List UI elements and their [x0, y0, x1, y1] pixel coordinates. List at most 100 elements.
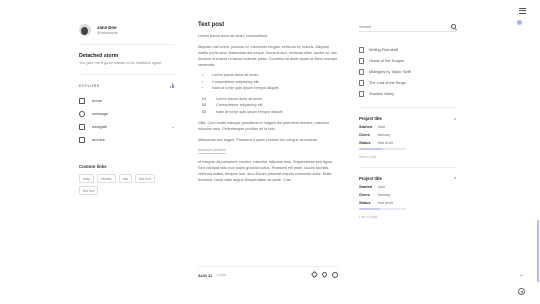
divider [198, 266, 338, 267]
bio-title: Detached storm [79, 53, 119, 59]
list-item-label: Midnights by Taylor Swift [369, 69, 411, 74]
project-card-header: Project title [359, 176, 456, 181]
list-item: 03 Nam at tortor quis ipsum tempor alique… [198, 109, 338, 115]
row-value: fantasy [378, 133, 391, 137]
list-item[interactable]: Midnights by Taylor Swift [359, 66, 456, 77]
chevron-up-icon[interactable]: ︿ [518, 271, 525, 278]
post-date[interactable]: AUG 11 [198, 273, 212, 278]
row-value: date [378, 184, 386, 189]
list-item[interactable]: Writing First draft [359, 44, 456, 55]
custom-links: #wip #family ask link four link five [79, 174, 171, 196]
profile-handle: @username [97, 31, 118, 35]
scrollbar[interactable] [537, 220, 539, 282]
project-row: Status first draft [359, 201, 456, 205]
list-item-label: House of the Dragon [369, 58, 405, 63]
row-value: date [378, 125, 386, 129]
message-icon [79, 110, 85, 117]
divider [359, 107, 456, 108]
search-input[interactable] [359, 24, 429, 29]
dot-icon [454, 117, 456, 120]
row-key: Started [359, 125, 373, 129]
project-card: Project title Started date Genre fantasy S… [359, 116, 456, 159]
repost-icon[interactable] [332, 272, 338, 278]
project-title: Project title [359, 175, 382, 181]
book-icon [359, 90, 364, 97]
tag-icon[interactable] [310, 270, 319, 279]
chevron-down-icon[interactable]: ⌄ [171, 124, 175, 130]
explore-nav: home message navigate ⌄ archive [79, 94, 175, 146]
project-row: Genre fantasy [359, 133, 456, 137]
post: Text post Lorem ipsum dolor sit amet, co… [198, 22, 338, 183]
nav-item-archive[interactable]: archive [79, 133, 175, 146]
project-row: Status first draft [359, 141, 456, 145]
progress-fill [359, 148, 383, 150]
heart-icon[interactable] [320, 270, 329, 279]
bullet-list: › Lorem ipsum dolor sit amet. › Consectetu… [198, 72, 338, 91]
project-card-header: Project title [359, 116, 456, 121]
list-item[interactable]: Stardew Valley [359, 88, 456, 99]
search-bar [359, 22, 456, 32]
list-item-label: The Lord of the Rings [369, 80, 406, 85]
settings-icon[interactable] [518, 288, 525, 295]
post-link[interactable]: Link to post [359, 215, 456, 219]
book-icon [359, 79, 364, 86]
project-row: Started date [359, 125, 456, 129]
row-value: fantasy [378, 192, 391, 197]
post-notes[interactable]: 1 note [216, 273, 226, 277]
post-quote: tincidunt pretium [198, 148, 226, 155]
nav-item-label: home [92, 98, 103, 104]
link-tag[interactable]: #wip [79, 174, 94, 184]
link-tag[interactable]: ask [118, 174, 133, 184]
menu-icon[interactable] [519, 8, 526, 15]
link-tag[interactable]: link five [79, 186, 99, 196]
nav-item-label: navigate [92, 124, 108, 130]
bio-text: You give me a good reason to be heartsic… [79, 61, 163, 65]
post-paragraph: Maecenas nec augue. Praesent a quam pret… [198, 138, 319, 143]
row-value: first draft [378, 200, 393, 205]
divider [359, 166, 456, 168]
divider [79, 44, 175, 45]
profile-name: Jane Doe [97, 25, 117, 30]
bullet-icon: › [202, 86, 204, 91]
link-tag[interactable]: #family [96, 174, 116, 184]
folder-icon [79, 123, 85, 130]
numbered-list: 01 Lorem ipsum dolor sit amet. 02 Consecte… [198, 96, 338, 115]
post-paragraph: Aliquam nisi lorem, pulvinar id, commodo… [198, 45, 338, 68]
post-paragraph: Lorem ipsum dolor sit amet, consectetuer [198, 34, 268, 38]
progress-bar [359, 148, 406, 150]
row-value: first draft [378, 141, 393, 145]
list-item[interactable]: House of the Dragon [359, 55, 456, 66]
row-key: Status [359, 141, 371, 145]
dot-icon [454, 177, 456, 180]
post-link[interactable]: link to post [359, 155, 456, 159]
post-footer: AUG 11 1 note [198, 270, 338, 279]
custom-links-title: Custom links [79, 164, 107, 170]
list-item[interactable]: The Lord of the Rings [359, 77, 456, 88]
project-row: Genre fantasy [359, 193, 456, 197]
theme-toggle-icon[interactable] [517, 20, 522, 25]
link-tag[interactable]: link four [135, 174, 155, 184]
post-paragraph: Nilla. Cum sociis natoque penatibus et m… [198, 121, 330, 132]
project-row: Started date [359, 185, 456, 189]
project-title: Project title [359, 116, 382, 121]
chart-icon[interactable] [170, 83, 175, 89]
nav-item-label: message [92, 111, 109, 117]
list-number: 03 [202, 109, 207, 114]
nav-item-navigate[interactable]: navigate ⌄ [79, 120, 175, 133]
row-key: Genre [359, 192, 370, 197]
list-item-label: Writing First draft [369, 47, 398, 52]
book-icon [359, 68, 364, 75]
list-item-text: Nam at tortor quis ipsum tempor aliquet. [212, 86, 280, 91]
nav-item-home[interactable]: home [79, 94, 175, 107]
explore-title: EXPLORE [79, 83, 100, 88]
profile[interactable]: Jane Doe @username [79, 24, 175, 36]
progress-bar [359, 207, 406, 210]
progress-fill [359, 207, 381, 210]
list-item-text: Nam at tortor quis ipsum tempor aliquet. [216, 109, 284, 114]
post-paragraph: et magnis dis parturient montes, nascetu… [198, 160, 333, 183]
search-icon[interactable] [451, 24, 456, 29]
book-icon [359, 57, 364, 64]
nav-item-message[interactable]: message [79, 107, 175, 120]
book-icon [359, 46, 364, 53]
avatar[interactable] [79, 24, 91, 36]
